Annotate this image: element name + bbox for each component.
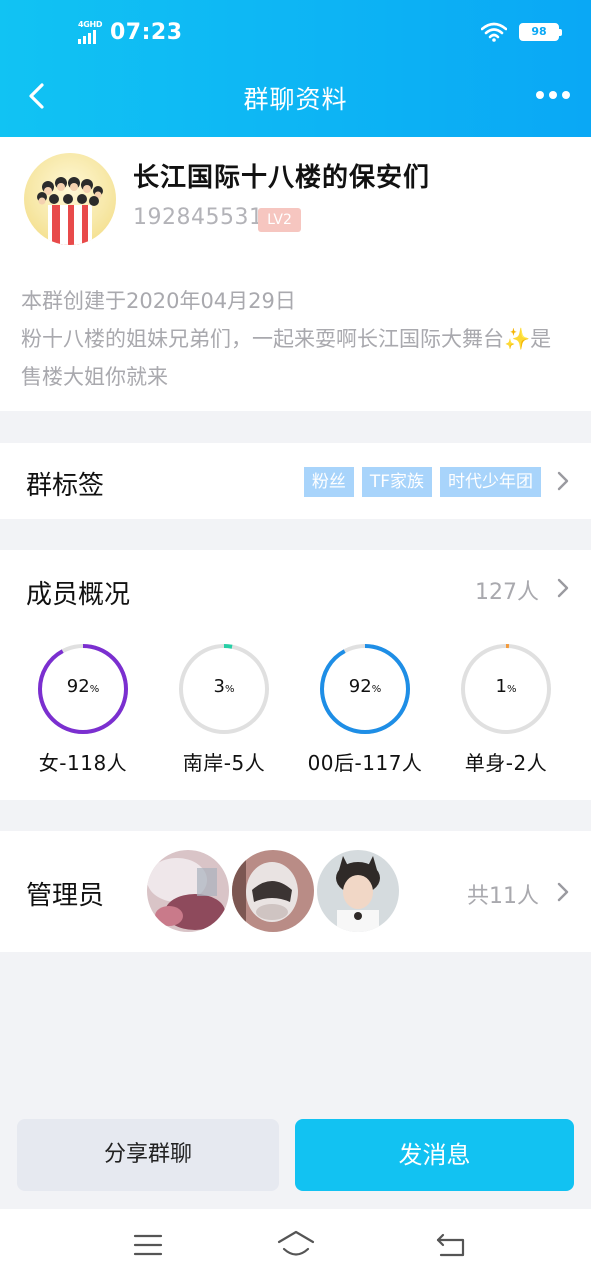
stat-percent: 92%	[66, 676, 100, 697]
group-description: 本群创建于2020年04月29日 粉十八楼的姐妹兄弟们，一起来耍啊长江国际大舞台…	[21, 282, 571, 396]
members-label: 成员概况	[26, 580, 131, 610]
admins-row[interactable]: 管理员 共11人	[0, 831, 591, 952]
stat-age[interactable]: 92% 00后-117人	[295, 643, 435, 776]
network-type: 4GHD	[78, 19, 103, 29]
stat-label: 00后-117人	[307, 751, 423, 775]
stat-label: 单身-2人	[464, 751, 548, 775]
admin-avatar[interactable]	[232, 850, 314, 932]
group-intro-text: 粉十八楼的姐妹兄弟们，一起来耍啊长江国际大舞台✨是售楼大姐你就来	[21, 327, 552, 389]
back-nav-icon[interactable]	[431, 1227, 471, 1263]
stat-label: 南岸-5人	[182, 751, 266, 775]
admins-label: 管理员	[26, 881, 105, 911]
nav-bar: 群聊资料	[0, 72, 591, 122]
member-count[interactable]: 127人	[475, 574, 539, 606]
bottom-actions: 分享群聊 发消息	[0, 1099, 591, 1209]
tag: 粉丝	[303, 467, 354, 497]
chevron-right-icon	[557, 882, 569, 902]
wifi-icon	[481, 22, 507, 42]
group-avatar[interactable]	[24, 153, 116, 245]
more-dots-icon	[536, 91, 544, 99]
stat-percent: 92%	[348, 676, 382, 697]
level-badge: LV2	[258, 208, 301, 232]
page-title: 群聊资料	[243, 85, 348, 114]
group-id: 192845531	[133, 205, 264, 230]
stat-region[interactable]: 3% 南岸-5人	[154, 643, 294, 776]
stat-ring: 3%	[178, 643, 270, 735]
admin-count: 共11人	[467, 884, 539, 909]
menu-icon[interactable]	[128, 1227, 168, 1263]
group-created-date: 本群创建于2020年04月29日	[21, 289, 296, 313]
status-bar: 4GHD 07:23 98	[0, 18, 591, 52]
group-name: 长江国际十八楼的保安们	[133, 163, 431, 193]
tag-list: 粉丝 TF家族 时代少年团	[303, 467, 541, 497]
members-overview: 成员概况 127人 92% 女-118人 3% 南岸-5人 92% 00后-11…	[0, 550, 591, 800]
stat-percent: 3%	[213, 676, 235, 697]
group-info: 长江国际十八楼的保安们 192845531 LV2 本群创建于2020年04月2…	[0, 137, 591, 411]
stat-female[interactable]: 92% 女-118人	[13, 643, 153, 776]
header: 4GHD 07:23 98 群聊资料	[0, 0, 591, 137]
stat-percent: 1%	[495, 676, 517, 697]
home-icon[interactable]	[276, 1227, 316, 1263]
stat-ring: 92%	[319, 643, 411, 735]
stat-label: 女-118人	[38, 751, 128, 775]
group-tags-row[interactable]: 群标签 粉丝 TF家族 时代少年团	[0, 443, 591, 519]
status-right: 98	[481, 22, 562, 42]
stat-ring: 92%	[37, 643, 129, 735]
group-avatar-image	[37, 177, 103, 245]
chevron-right-icon	[557, 471, 569, 491]
status-time: 07:23	[110, 20, 183, 45]
status-left: 4GHD 07:23	[78, 20, 183, 45]
battery-icon: 98	[519, 23, 562, 41]
more-button[interactable]	[533, 82, 573, 108]
share-group-button[interactable]: 分享群聊	[17, 1119, 279, 1191]
tag: 时代少年团	[440, 467, 541, 497]
admin-avatar[interactable]	[147, 850, 229, 932]
admin-avatar[interactable]	[317, 850, 399, 932]
signal-icon: 4GHD	[78, 19, 104, 44]
tag: TF家族	[361, 467, 432, 497]
tags-label: 群标签	[26, 471, 105, 501]
stat-ring: 1%	[460, 643, 552, 735]
send-message-button[interactable]: 发消息	[295, 1119, 574, 1191]
chevron-right-icon[interactable]	[555, 576, 571, 600]
system-nav-bar	[0, 1209, 591, 1280]
stat-single[interactable]: 1% 单身-2人	[436, 643, 576, 776]
